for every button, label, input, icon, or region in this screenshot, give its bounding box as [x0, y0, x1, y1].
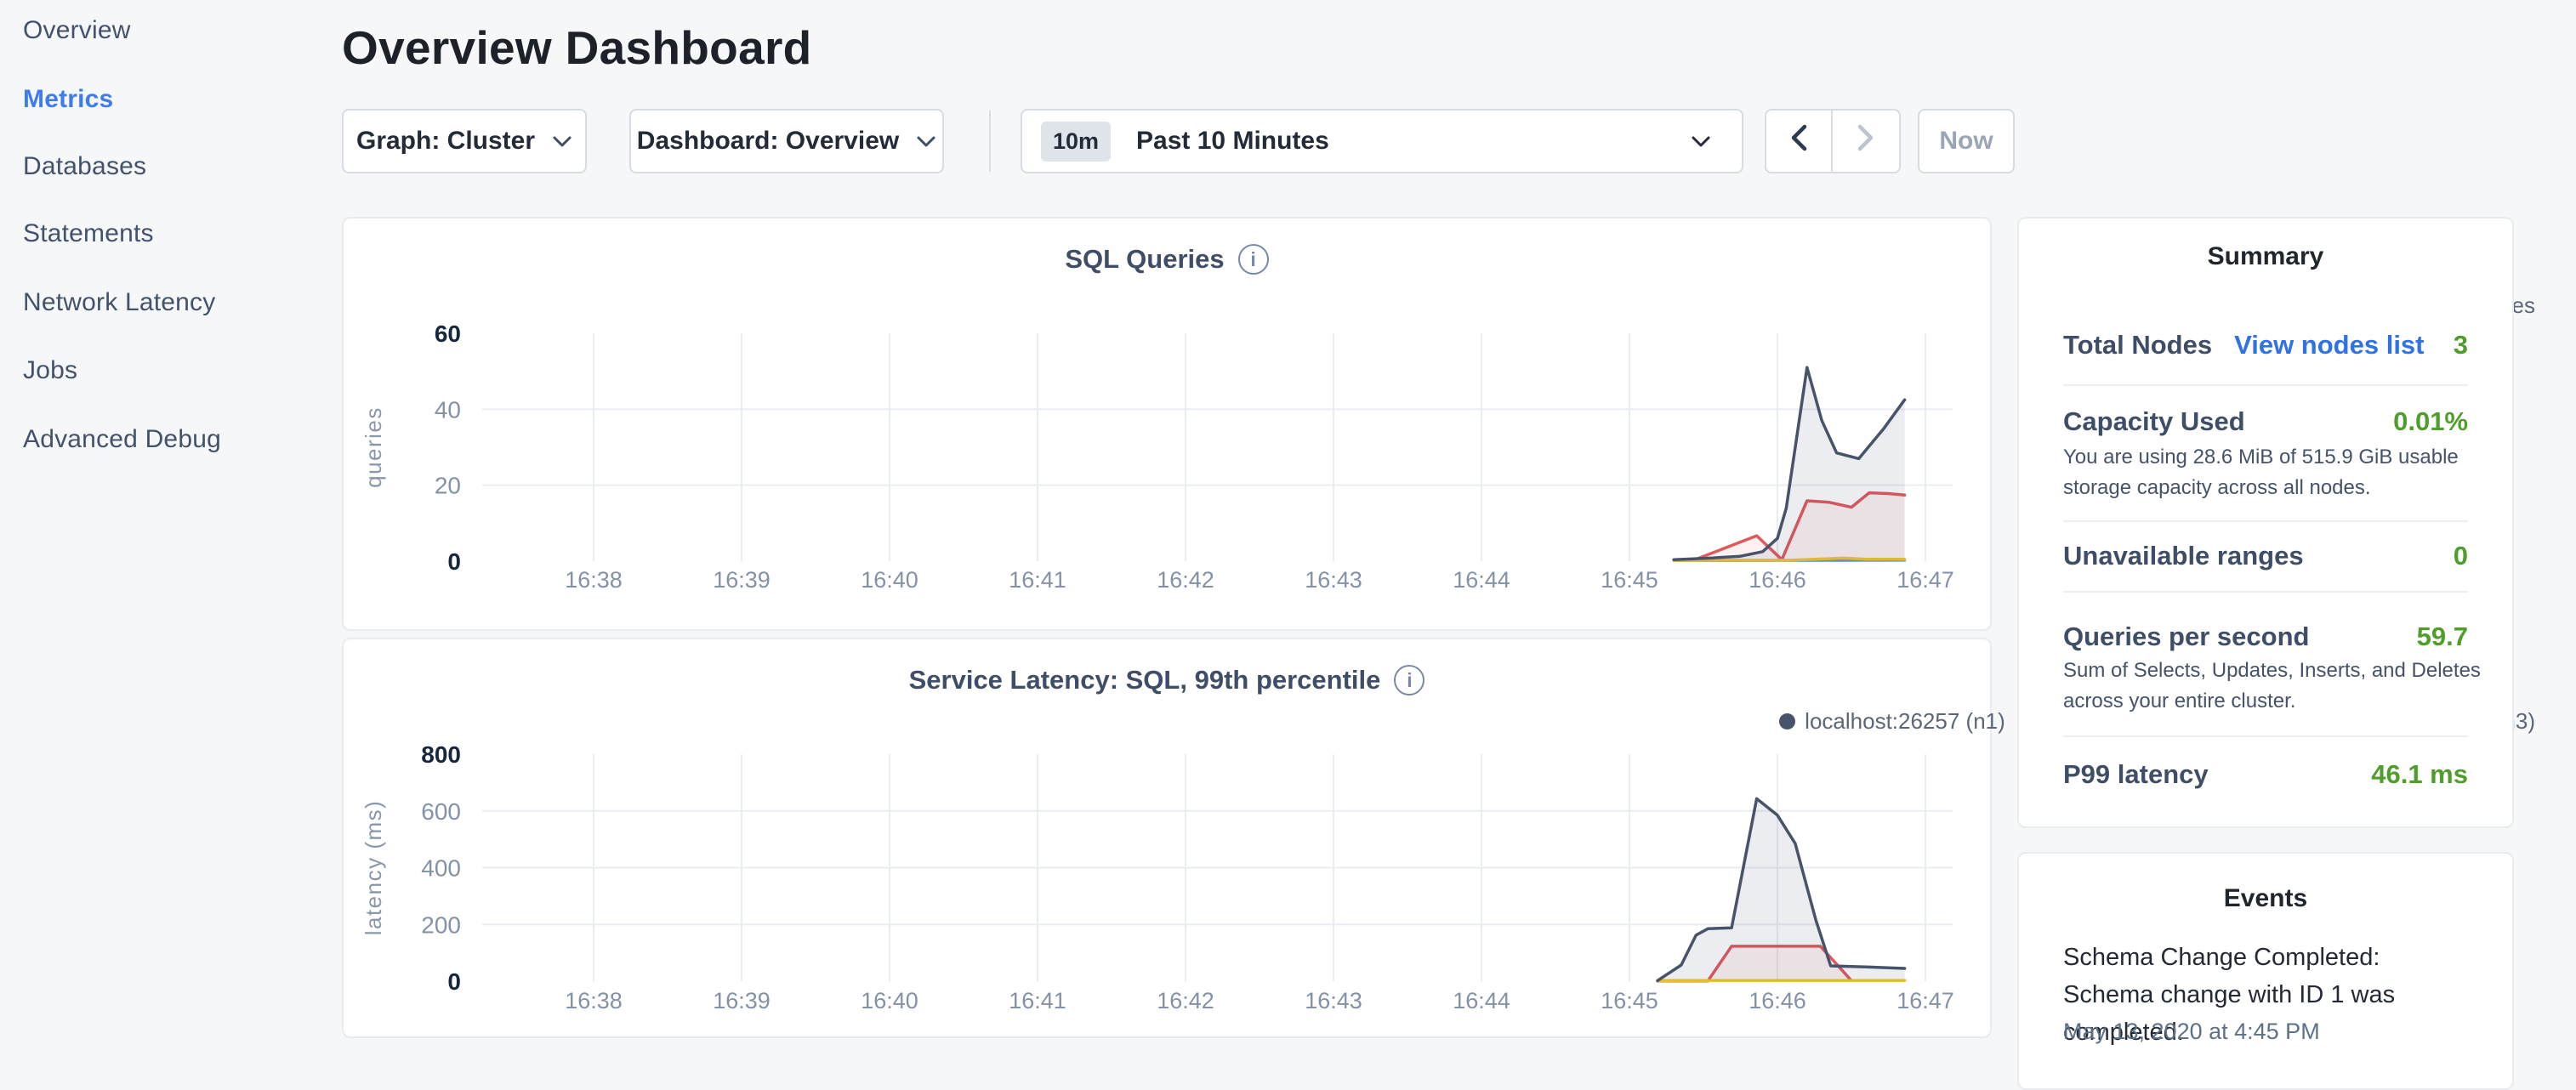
view-nodes-list-link[interactable]: View nodes list — [2234, 330, 2424, 360]
graph-scope-dropdown[interactable]: Graph: Cluster — [342, 109, 587, 173]
svg-text:queries: queries — [361, 406, 386, 488]
events-panel: Events Schema Change Completed: Schema c… — [2017, 852, 2514, 1090]
svg-text:16:40: 16:40 — [861, 567, 918, 593]
svg-text:200: 200 — [421, 911, 461, 938]
summary-row-capacity-used: Capacity Used 0.01% — [2063, 406, 2468, 437]
controls-divider — [989, 111, 991, 172]
chevron-down-icon — [1691, 135, 1711, 148]
svg-text:16:42: 16:42 — [1157, 988, 1214, 1013]
svg-text:60: 60 — [435, 321, 461, 347]
summary-row-label: Total Nodes — [2063, 330, 2212, 360]
dashboard-dropdown[interactable]: Dashboard: Overview — [629, 109, 944, 173]
summary-row-value: 0.01% — [2393, 406, 2468, 437]
chevron-left-icon — [1788, 122, 1810, 160]
event-timestamp: May 13, 2020 at 4:45 PM — [2063, 1019, 2320, 1045]
time-step-buttons — [1765, 109, 1901, 173]
svg-text:20: 20 — [435, 473, 461, 499]
summary-title: Summary — [2019, 242, 2512, 271]
svg-text:400: 400 — [421, 855, 461, 882]
svg-text:16:38: 16:38 — [565, 567, 623, 593]
sidebar-item-network-latency[interactable]: Network Latency — [23, 288, 215, 317]
sidebar-item-metrics[interactable]: Metrics — [23, 85, 113, 114]
svg-text:800: 800 — [421, 741, 461, 768]
time-step-back-button[interactable] — [1766, 111, 1833, 172]
svg-text:600: 600 — [421, 798, 461, 825]
summary-row-value: 0 — [2454, 541, 2468, 571]
sidebar-item-statements[interactable]: Statements — [23, 219, 154, 248]
svg-text:16:41: 16:41 — [1009, 567, 1066, 593]
legend-item: localhost:26257 (n1) — [1779, 708, 2005, 735]
svg-text:0: 0 — [447, 548, 461, 575]
series-dot-icon — [1779, 713, 1795, 730]
svg-text:16:47: 16:47 — [1896, 567, 1954, 593]
summary-row-label: Unavailable ranges — [2063, 541, 2304, 571]
svg-text:16:39: 16:39 — [713, 567, 771, 593]
svg-text:16:45: 16:45 — [1601, 567, 1658, 593]
summary-row-subtext: Sum of Selects, Updates, Inserts, and De… — [2063, 656, 2488, 717]
sidebar-item-overview[interactable]: Overview — [23, 16, 131, 45]
svg-text:16:46: 16:46 — [1749, 988, 1806, 1013]
graph-scope-dropdown-label: Graph: Cluster — [356, 127, 535, 156]
svg-text:16:42: 16:42 — [1157, 567, 1214, 593]
summary-row-subtext: You are using 28.6 MiB of 515.9 GiB usab… — [2063, 442, 2488, 503]
time-range-picker[interactable]: 10m Past 10 Minutes — [1021, 109, 1743, 173]
summary-row-queries-per-second: Queries per second 59.7 — [2063, 622, 2468, 652]
legend-label: localhost:26257 (n1) — [1805, 708, 2005, 735]
svg-text:latency (ms): latency (ms) — [361, 800, 386, 936]
summary-row-value: 3 — [2454, 330, 2468, 360]
time-step-forward-button[interactable] — [1833, 111, 1899, 172]
summary-row-total-nodes: Total Nodes View nodes list 3 — [2063, 330, 2468, 360]
divider — [2063, 591, 2468, 593]
time-range-badge: 10m — [1041, 122, 1111, 162]
svg-text:16:38: 16:38 — [565, 988, 623, 1013]
now-button-label: Now — [1939, 127, 1993, 156]
service-latency-chart-card: Service Latency: SQL, 99th percentile i … — [342, 638, 1992, 1038]
summary-row-p99-latency: P99 latency 46.1 ms — [2063, 759, 2468, 790]
divider — [2063, 520, 2468, 522]
sidebar-item-databases[interactable]: Databases — [23, 152, 146, 181]
chevron-down-icon — [916, 135, 936, 148]
summary-row-label: P99 latency — [2063, 759, 2209, 790]
svg-text:16:43: 16:43 — [1305, 988, 1362, 1013]
dashboard-dropdown-label: Dashboard: Overview — [637, 127, 899, 156]
svg-text:16:41: 16:41 — [1009, 988, 1066, 1013]
sidebar-item-jobs[interactable]: Jobs — [23, 356, 77, 385]
divider — [2063, 384, 2468, 386]
summary-row-label: Capacity Used — [2063, 406, 2245, 437]
svg-text:16:45: 16:45 — [1601, 988, 1658, 1013]
svg-text:16:44: 16:44 — [1453, 567, 1510, 593]
svg-text:16:43: 16:43 — [1305, 567, 1362, 593]
chevron-right-icon — [1855, 122, 1877, 160]
service-latency-chart[interactable]: 16:38 16:39 16:40 16:41 16:42 16:43 16:44 16:45… — [344, 639, 1993, 1040]
chevron-down-icon — [552, 135, 572, 148]
svg-text:16:47: 16:47 — [1896, 988, 1954, 1013]
summary-row-value: 46.1 ms — [2371, 759, 2468, 790]
now-button[interactable]: Now — [1918, 109, 2015, 173]
svg-text:16:44: 16:44 — [1453, 988, 1510, 1013]
summary-row-value: 59.7 — [2417, 622, 2468, 652]
divider — [2063, 735, 2468, 737]
page-title: Overview Dashboard — [342, 20, 812, 75]
events-title: Events — [2019, 884, 2512, 913]
sidebar-item-advanced-debug[interactable]: Advanced Debug — [23, 425, 221, 454]
svg-text:0: 0 — [447, 968, 461, 995]
svg-text:16:39: 16:39 — [713, 988, 771, 1013]
svg-text:16:46: 16:46 — [1749, 567, 1806, 593]
summary-row-label: Queries per second — [2063, 622, 2309, 652]
metrics-page: { "sidebar": { "items": [ { "label": "Ov… — [0, 0, 2576, 1051]
summary-row-unavailable-ranges: Unavailable ranges 0 — [2063, 541, 2468, 571]
time-range-label: Past 10 Minutes — [1136, 127, 1329, 156]
sql-queries-chart[interactable]: 16:38 16:39 16:40 16:41 16:42 16:43 16:44 16:45… — [344, 219, 1993, 633]
summary-panel: Summary Total Nodes View nodes list 3 Ca… — [2017, 217, 2514, 828]
sql-queries-chart-card: SQL Queries i 16:3816:3916:4016:4116:421… — [342, 217, 1992, 631]
svg-text:40: 40 — [435, 396, 461, 423]
svg-text:16:40: 16:40 — [861, 988, 918, 1013]
